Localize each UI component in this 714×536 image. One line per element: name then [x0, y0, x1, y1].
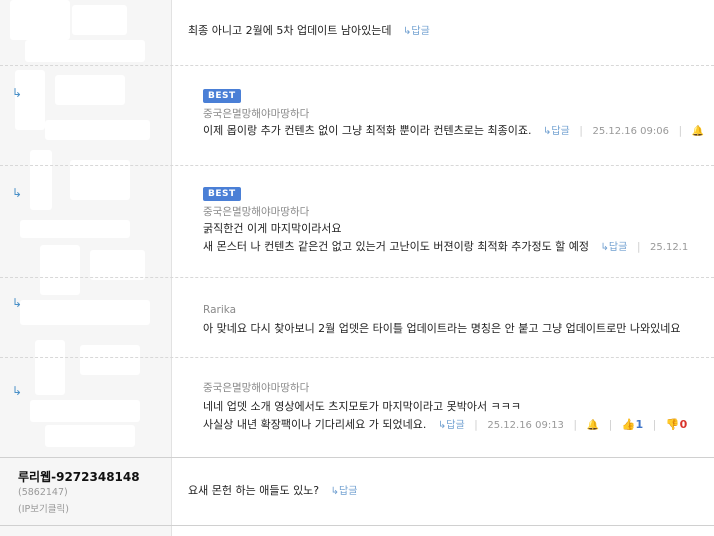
- comment-text: 이제 몹이랑 추가 컨텐츠 없이 그냥 최적화 뿐이라 컨텐츠로는 최종이죠.: [203, 124, 532, 137]
- comment-text: 최종 아니고 2월에 5차 업데이트 남아있는데: [188, 24, 392, 37]
- comment-date: 25.12.16 09:13: [487, 420, 564, 431]
- comment-nickname[interactable]: 중국은멸망해야마땅하다: [203, 106, 704, 122]
- comment-row: ↳ BEST 중국은멸망해야마땅하다 이제 몹이랑 추가 컨텐츠 없이 그냥 최…: [0, 66, 714, 166]
- comment-body: BEST 중국은멸망해야마땅하다 이제 몹이랑 추가 컨텐츠 없이 그냥 최적화…: [203, 88, 704, 141]
- comment-nickname[interactable]: 중국은멸망해야마땅하다: [203, 380, 687, 396]
- comment-body: 중국은멸망해야마땅하다 네네 업뎃 소개 영상에서도 츠지모토가 마지막이라고 …: [203, 380, 687, 435]
- divider: |: [652, 418, 657, 431]
- comment-row: 최종 아니고 2월에 5차 업데이트 남아있는데 ↳답글: [0, 0, 714, 66]
- dislike-button[interactable]: 👎0: [666, 418, 687, 431]
- comment-body: BEST 중국은멸망해야마땅하다 굵직한건 이게 마지막이라서요 새 몬스터 나…: [203, 186, 688, 257]
- comment-nickname[interactable]: Rarika: [203, 302, 681, 318]
- reply-button[interactable]: ↳답글: [438, 420, 465, 431]
- report-bell-icon[interactable]: 🔔: [587, 420, 599, 431]
- thumb-up-icon: 👍: [621, 418, 636, 431]
- reply-arrow-icon: ↳: [12, 186, 23, 200]
- comment-row: ↳ 중국은멸망해야마땅하다 네네 업뎃 소개 영상에서도 츠지모토가 마지막이라…: [0, 358, 714, 458]
- comment-text: 굵직한건 이게 마지막이라서요: [203, 222, 342, 235]
- divider: |: [636, 240, 641, 253]
- divider: |: [573, 418, 578, 431]
- thumb-down-icon: 👎: [665, 418, 680, 431]
- comment-text: 아 맞네요 다시 찾아보니 2월 업뎃은 타이틀 업데이트라는 명칭은 안 붙고…: [203, 322, 681, 335]
- comment-section: 루리웹-9272348148 (5862147) (IP보기클릭) 최종 아니고…: [0, 0, 714, 536]
- comment-date: 25.12.1: [650, 242, 689, 253]
- comment-body: 요새 몬헌 하는 애들도 있노? ↳답글: [188, 482, 357, 501]
- report-bell-icon[interactable]: 🔔: [692, 126, 704, 137]
- dislike-count: 0: [679, 418, 688, 431]
- comment-date: 25.12.16 09:06: [592, 126, 669, 137]
- reply-button[interactable]: ↳답글: [601, 242, 628, 253]
- like-button[interactable]: 👍1: [622, 418, 643, 431]
- comment-text: 사실상 내년 확장팩이나 기다리세요 가 되었네요.: [203, 418, 427, 431]
- reply-button[interactable]: ↳답글: [403, 26, 430, 37]
- comment-row: ↳ Rarika 아 맞네요 다시 찾아보니 2월 업뎃은 타이틀 업데이트라는…: [0, 278, 714, 358]
- comment-row: ↳ BEST 중국은멸망해야마땅하다 굵직한건 이게 마지막이라서요 새 몬스터…: [0, 166, 714, 278]
- comment-nickname[interactable]: 중국은멸망해야마땅하다: [203, 204, 688, 220]
- divider: |: [678, 124, 683, 137]
- divider: |: [608, 418, 613, 431]
- comment-text: 네네 업뎃 소개 영상에서도 츠지모토가 마지막이라고 못박아서 ㅋㅋㅋ: [203, 400, 521, 413]
- reply-button[interactable]: ↳답글: [331, 486, 358, 497]
- reply-arrow-icon: ↳: [12, 296, 23, 310]
- reply-button[interactable]: ↳답글: [543, 126, 570, 137]
- comment-body: 최종 아니고 2월에 5차 업데이트 남아있는데 ↳답글: [188, 22, 430, 41]
- comment-text: 요새 몬헌 하는 애들도 있노?: [188, 484, 320, 497]
- like-count: 1: [635, 418, 644, 431]
- divider: |: [579, 124, 583, 137]
- reply-arrow-icon: ↳: [12, 384, 23, 398]
- comment-text: 새 몬스터 나 컨텐츠 같은건 없고 있는거 고난이도 버젼이랑 최적화 추가정…: [203, 240, 590, 253]
- reply-arrow-icon: ↳: [12, 86, 23, 100]
- divider: |: [474, 418, 478, 431]
- comment-row: 요새 몬헌 하는 애들도 있노? ↳답글: [0, 458, 714, 526]
- best-badge: BEST: [203, 89, 241, 103]
- best-badge: BEST: [203, 187, 241, 201]
- comment-body: Rarika 아 맞네요 다시 찾아보니 2월 업뎃은 타이틀 업데이트라는 명…: [203, 302, 681, 338]
